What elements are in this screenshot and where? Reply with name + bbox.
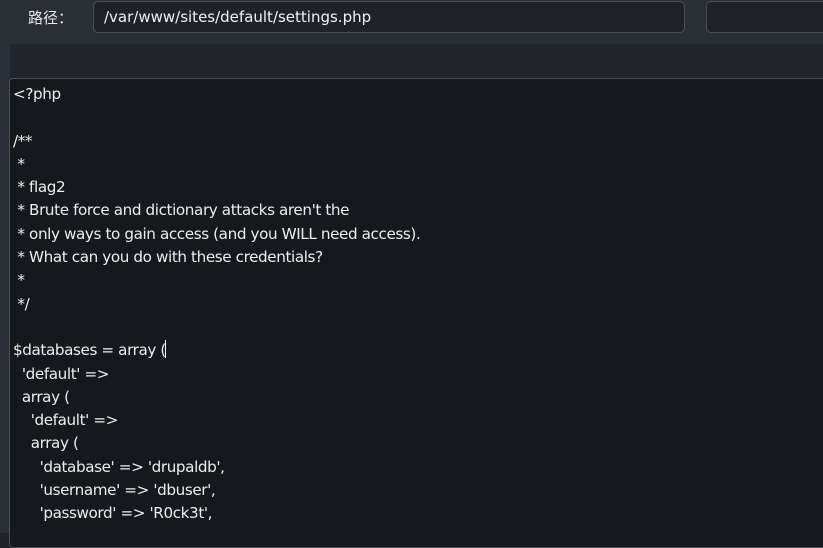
code-lines: <?php /** * * flag2 * Brute force and di…: [13, 83, 421, 526]
code-line: 'username' => 'dbuser',: [13, 481, 216, 500]
code-editor[interactable]: <?php /** * * flag2 * Brute force and di…: [9, 78, 823, 548]
code-line: *: [13, 271, 25, 290]
secondary-input[interactable]: [706, 1, 823, 33]
code-line: 'default' =>: [13, 411, 119, 430]
toolbar-spacer: [0, 44, 823, 78]
code-line-with-caret: $databases = array (: [13, 339, 420, 362]
text-caret: [164, 340, 166, 359]
path-label: 路径：: [28, 9, 74, 27]
code-line: */: [13, 294, 30, 313]
path-input[interactable]: [93, 1, 685, 33]
code-line: * only ways to gain access (and you WILL…: [13, 224, 421, 243]
path-toolbar: 路径：: [0, 0, 823, 45]
code-line: array (: [13, 434, 79, 453]
code-line: * flag2: [13, 178, 66, 197]
code-line: array (: [13, 387, 70, 406]
code-line: 'default' =>: [13, 364, 110, 383]
code-line: 'database' => 'drupaldb',: [13, 457, 225, 476]
code-line-text: $databases = array (: [13, 341, 166, 360]
code-line: *: [13, 154, 25, 173]
code-line: <?php: [13, 85, 61, 103]
code-line: * What can you do with these credentials…: [13, 248, 323, 267]
code-line: 'password' => 'R0ck3t',: [13, 504, 213, 523]
code-line: * Brute force and dictionary attacks are…: [13, 201, 350, 220]
code-line: /**: [13, 131, 33, 150]
